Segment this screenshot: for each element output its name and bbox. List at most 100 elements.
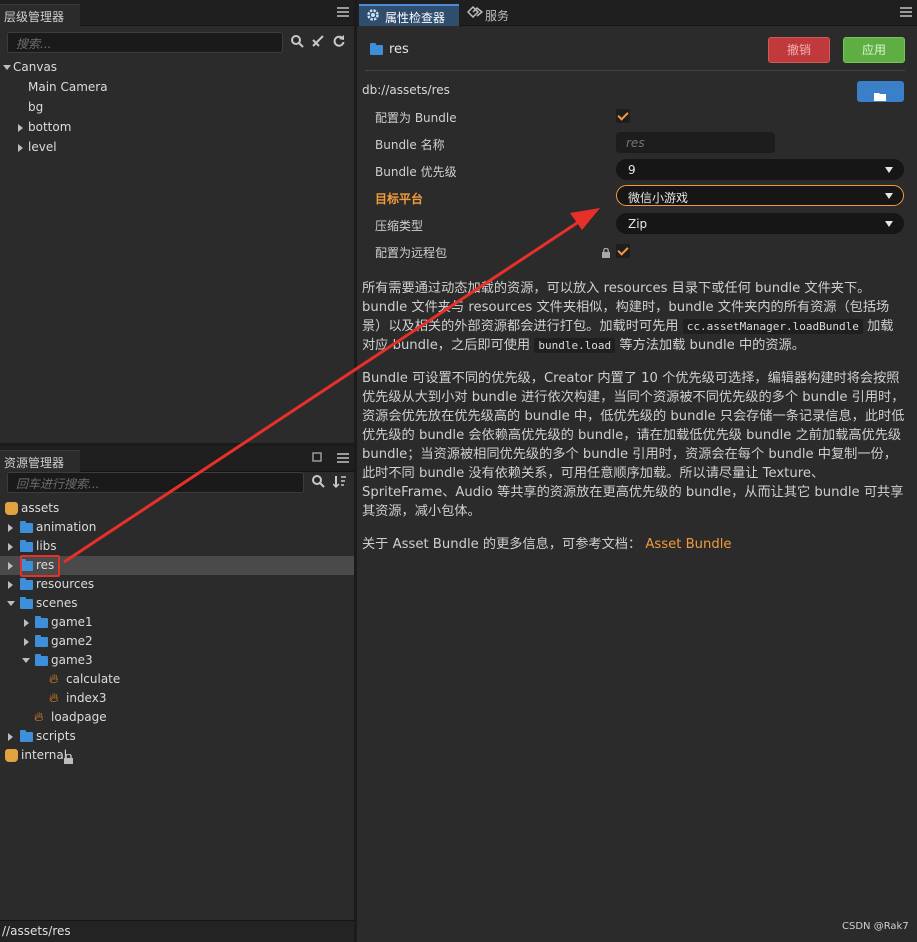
database-icon xyxy=(5,749,18,762)
asset-label: game1 xyxy=(51,615,93,629)
more-info-text: 关于 Asset Bundle 的更多信息，可参考文档： xyxy=(362,537,642,552)
expand-arrow-icon[interactable] xyxy=(22,658,30,663)
asset-label: index3 xyxy=(66,691,107,705)
asset-item-calculate[interactable]: 🔥︎ calculate xyxy=(0,670,354,689)
folder-icon xyxy=(20,730,33,742)
remote-checkbox[interactable] xyxy=(616,244,630,258)
expand-arrow-icon[interactable] xyxy=(8,581,13,589)
folder-icon xyxy=(35,654,48,666)
expand-arrow-icon[interactable] xyxy=(8,543,13,551)
expand-arrow-icon[interactable] xyxy=(8,562,13,570)
expand-arrow-icon[interactable] xyxy=(3,65,11,70)
hierarchy-tabbar: 层级管理器 xyxy=(0,0,354,26)
scene-flame-icon: 🔥︎ xyxy=(49,691,59,706)
expand-arrow-icon[interactable] xyxy=(8,733,13,741)
expand-arrow-icon[interactable] xyxy=(18,144,23,152)
tree-node-canvas[interactable]: Canvas xyxy=(0,58,354,77)
tree-node-bottom[interactable]: bottom xyxy=(0,118,354,137)
folder-icon xyxy=(20,578,33,590)
asset-label: scenes xyxy=(36,596,78,610)
target-platform-select[interactable]: 微信小游戏 xyxy=(616,185,904,206)
asset-item-internal[interactable]: internal xyxy=(0,746,354,765)
bundle-description-2: Bundle 可设置不同的优先级，Creator 内置了 10 个优先级可选择，… xyxy=(362,371,905,519)
status-path: //assets/res xyxy=(2,924,71,938)
folder-icon xyxy=(20,597,33,609)
asset-item-loadpage[interactable]: 🔥︎ loadpage xyxy=(0,708,354,727)
asset-item-animation[interactable]: animation xyxy=(0,518,354,537)
tab-inspector[interactable]: 属性检查器 xyxy=(359,4,459,26)
asset-label: libs xyxy=(36,539,57,553)
desc-text: 等方法加载 bundle 中的资源。 xyxy=(619,338,805,353)
asset-item-game2[interactable]: game2 xyxy=(0,632,354,651)
tab-service[interactable]: 服务 xyxy=(463,4,523,26)
prop-label-compress: 压缩类型 xyxy=(375,219,424,233)
hierarchy-search-input[interactable]: 搜索... xyxy=(7,32,283,53)
assets-tabbar: 资源管理器 xyxy=(0,446,354,472)
asset-bundle-doc-link[interactable]: Asset Bundle xyxy=(645,537,731,552)
revert-button[interactable]: 撤销 xyxy=(768,37,830,63)
tree-node-bg[interactable]: bg xyxy=(0,98,354,117)
asset-item-libs[interactable]: libs xyxy=(0,537,354,556)
expand-arrow-icon[interactable] xyxy=(7,601,15,606)
search-icon[interactable] xyxy=(289,35,305,53)
hierarchy-menu-icon[interactable] xyxy=(337,7,349,17)
node-label: bg xyxy=(28,100,44,114)
sort-icon[interactable] xyxy=(331,475,347,493)
node-label: Canvas xyxy=(13,60,58,74)
header-divider xyxy=(365,70,905,71)
asset-item-resources[interactable]: resources xyxy=(0,575,354,594)
refresh-icon[interactable] xyxy=(331,35,347,52)
hierarchy-tab[interactable]: 层级管理器 xyxy=(0,4,80,26)
open-folder-button[interactable] xyxy=(857,81,904,102)
asset-item-scenes[interactable]: scenes xyxy=(0,594,354,613)
apply-button[interactable]: 应用 xyxy=(843,37,905,63)
compress-value: Zip xyxy=(628,217,648,231)
assets-status-bar: //assets/res xyxy=(0,920,354,942)
asset-item-index3[interactable]: 🔥︎ index3 xyxy=(0,689,354,708)
lock-icon xyxy=(64,751,73,770)
asset-label: resources xyxy=(36,577,95,591)
tab-service-label: 服务 xyxy=(485,9,510,23)
asset-name: res xyxy=(389,42,409,57)
bundle-name-input[interactable] xyxy=(616,132,775,153)
collapse-all-icon[interactable] xyxy=(310,35,326,52)
expand-arrow-icon[interactable] xyxy=(8,524,13,532)
prop-label-bundle-name: Bundle 名称 xyxy=(375,138,445,152)
prop-label-bundle-config: 配置为 Bundle xyxy=(375,111,457,125)
service-icon xyxy=(466,5,484,21)
asset-item-game1[interactable]: game1 xyxy=(0,613,354,632)
search-icon[interactable] xyxy=(310,475,326,493)
inspector-menu-icon[interactable] xyxy=(900,7,912,17)
asset-item-assets[interactable]: assets xyxy=(0,499,354,518)
folder-icon xyxy=(20,521,33,533)
expand-arrow-icon[interactable] xyxy=(18,124,23,132)
asset-item-game3[interactable]: game3 xyxy=(0,651,354,670)
tree-node-level[interactable]: level xyxy=(0,138,354,157)
database-icon xyxy=(5,502,18,515)
asset-folder-icon xyxy=(370,43,383,55)
bundle-config-checkbox[interactable] xyxy=(616,109,630,123)
scene-flame-icon: 🔥︎ xyxy=(49,672,59,687)
maximize-icon[interactable] xyxy=(311,451,323,467)
folder-icon xyxy=(35,616,48,628)
assets-tab[interactable]: 资源管理器 xyxy=(0,450,80,472)
expand-arrow-icon[interactable] xyxy=(24,638,29,646)
folder-icon xyxy=(20,540,33,552)
asset-label: assets xyxy=(21,501,60,515)
watermark: CSDN @Rak7 xyxy=(842,921,909,932)
code-load-bundle: cc.assetManager.loadBundle xyxy=(682,319,863,334)
assets-search-input[interactable]: 回车进行搜索... xyxy=(7,472,304,493)
lock-icon xyxy=(602,247,610,261)
prop-label-target-platform: 目标平台 xyxy=(375,192,424,206)
tree-node-main-camera[interactable]: Main Camera xyxy=(0,78,354,97)
prop-label-priority: Bundle 优先级 xyxy=(375,165,457,179)
asset-item-scripts[interactable]: scripts xyxy=(0,727,354,746)
assets-panel: 资源管理器 回车进行搜索... assets animation libs re… xyxy=(0,446,354,942)
scene-flame-icon: 🔥︎ xyxy=(34,710,44,725)
priority-select[interactable]: 9 xyxy=(616,159,904,180)
assets-menu-icon[interactable] xyxy=(337,453,349,463)
folder-icon xyxy=(35,635,48,647)
asset-label: animation xyxy=(36,520,97,534)
expand-arrow-icon[interactable] xyxy=(24,619,29,627)
compress-select[interactable]: Zip xyxy=(616,213,904,234)
